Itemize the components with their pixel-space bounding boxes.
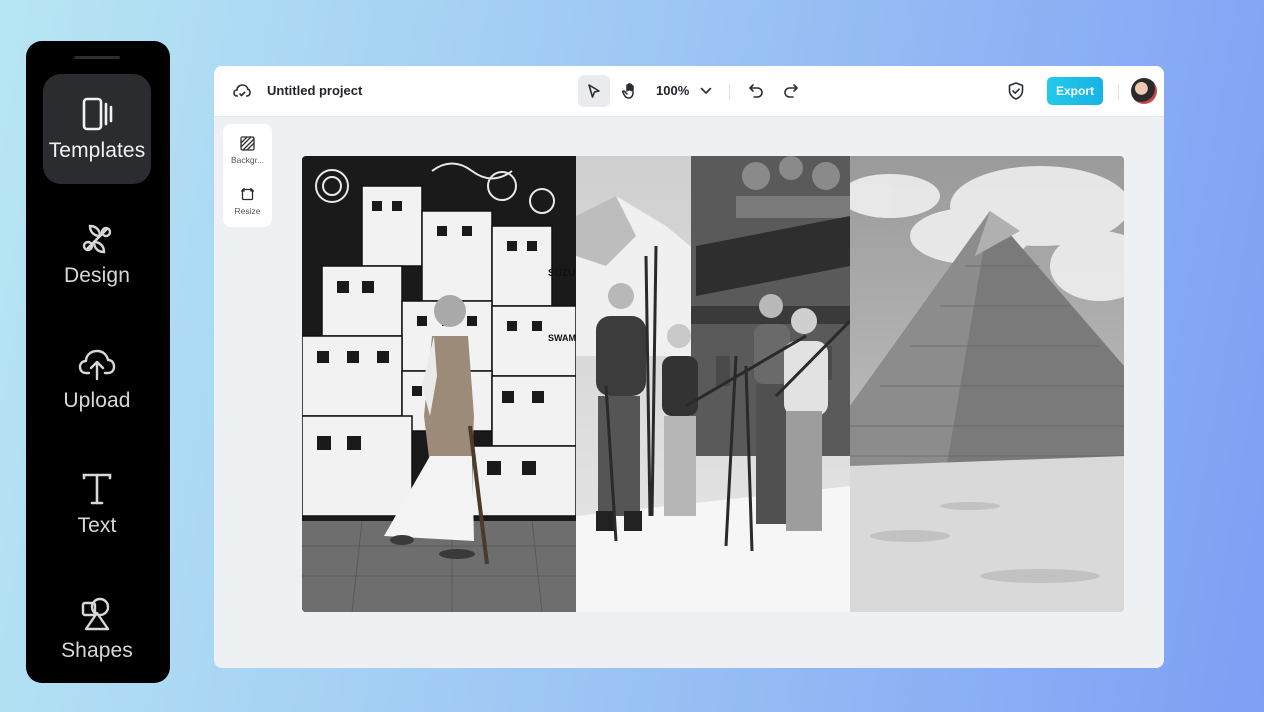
upload-cloud-icon [78,349,116,381]
cursor-icon [588,84,600,98]
redo-button[interactable] [775,75,807,107]
editor-window: Untitled project 100% Export Backgr... R… [214,66,1164,668]
undo-icon [749,84,763,98]
select-tool-button[interactable] [578,75,610,107]
sidebar-item-label: Text [77,514,117,537]
canvas-side-panel: Backgr... Resize [223,124,272,227]
design-canvas[interactable]: SUZU SWAM [302,156,1124,612]
sidebar-item-upload[interactable]: Upload [43,324,151,434]
hand-icon [621,83,634,99]
toolbar-divider [1118,84,1119,100]
security-button[interactable] [1000,75,1032,107]
cloud-icon [233,84,251,97]
resize-icon [241,188,254,201]
background-label: Backgr... [230,155,265,165]
sidebar-item-label: Upload [63,389,131,412]
toolbar-divider [729,84,730,100]
sidebar-item-label: Shapes [61,639,133,662]
resize-label: Resize [234,206,261,216]
redo-icon [784,84,798,98]
canvas-image-skiers[interactable] [576,156,850,612]
user-avatar[interactable] [1131,78,1157,104]
sidebar-drag-handle[interactable] [74,56,120,59]
project-title[interactable]: Untitled project [267,83,362,98]
undo-button[interactable] [740,75,772,107]
sidebar-item-label: Templates [48,139,146,162]
export-button[interactable]: Export [1047,77,1103,105]
resize-button[interactable]: Resize [223,187,272,216]
canvas-image-mural[interactable]: SUZU SWAM [302,156,576,612]
chevron-down-icon [700,87,712,94]
sidebar-item-templates[interactable]: Templates [43,74,151,184]
text-icon [82,473,112,505]
background-button[interactable]: Backgr... [223,136,272,165]
mural-text-swam: SWAM [548,333,576,343]
sidebar-item-shapes[interactable]: Shapes [43,574,151,684]
templates-icon [82,97,113,131]
zoom-dropdown-button[interactable] [690,75,722,107]
sidebar-item-label: Design [64,264,130,287]
canvas-image-pyramid[interactable] [850,156,1124,612]
zoom-level[interactable]: 100% [656,83,689,98]
shield-check-icon [1008,82,1024,100]
top-toolbar: Untitled project 100% Export [214,66,1164,117]
sidebar-item-design[interactable]: Design [43,199,151,309]
design-icon [82,224,112,254]
sidebar-item-text[interactable]: Text [43,449,151,559]
hand-tool-button[interactable] [614,75,646,107]
background-icon [240,136,255,151]
mural-text-suzu: SUZU [548,268,575,279]
shapes-icon [81,597,110,631]
left-sidebar: Templates Design Upload Text Shapes [26,41,170,683]
cloud-save-button[interactable] [226,75,258,107]
